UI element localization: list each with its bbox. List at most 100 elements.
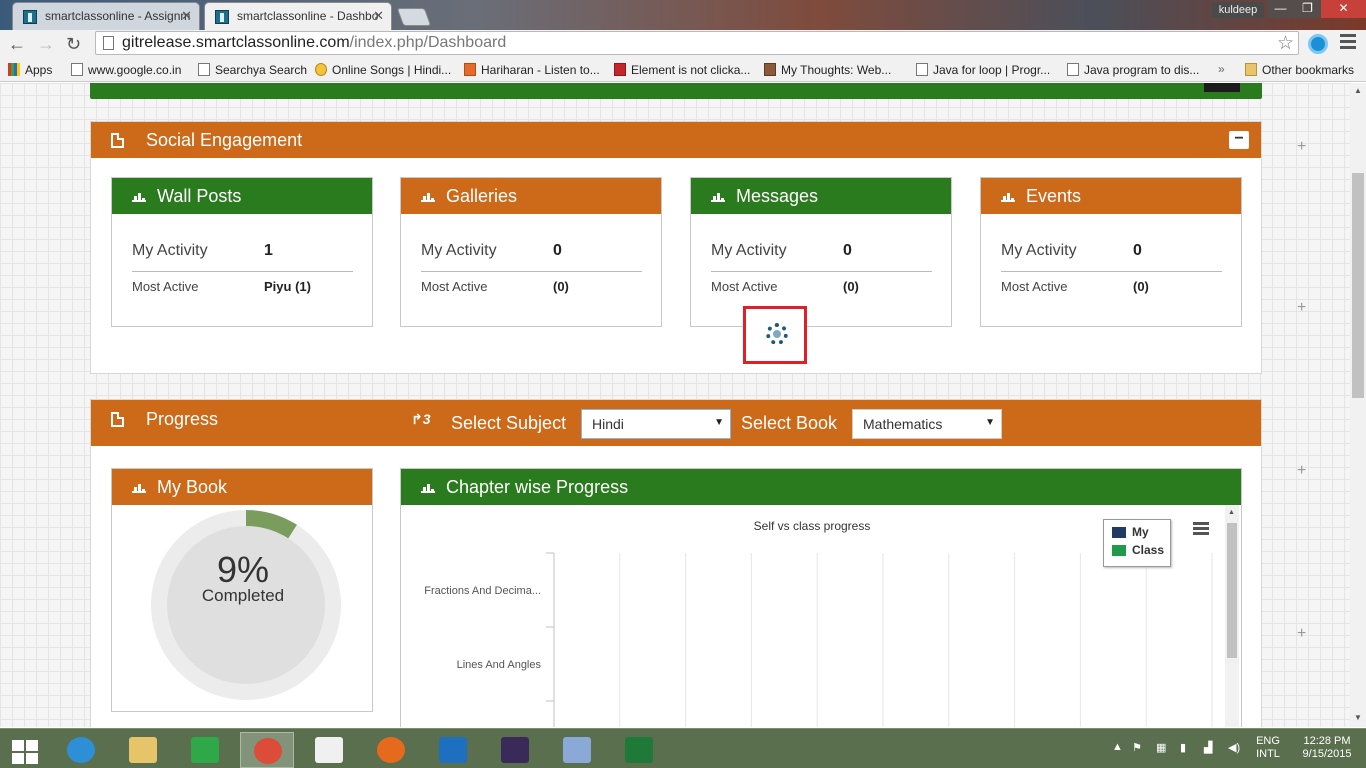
- chart-title: Self vs class progress: [754, 519, 871, 533]
- my-activity-value: 0: [553, 242, 562, 259]
- wall-posts-card: Wall Posts My Activity 1 Most Active Piyu …: [111, 177, 373, 327]
- volume-icon[interactable]: ◀): [1228, 741, 1240, 754]
- bookmark-my-thoughts[interactable]: My Thoughts: Web...: [764, 63, 891, 77]
- start-button[interactable]: [0, 732, 50, 768]
- most-active-row: Most Active Piyu (1): [132, 279, 311, 294]
- scroll-up-icon[interactable]: ▲: [1354, 86, 1362, 95]
- legend-item[interactable]: Class: [1112, 543, 1170, 561]
- system-clock[interactable]: 12:28 PM 9/15/2015: [1292, 735, 1362, 761]
- galleries-card: Galleries My Activity 0 Most Active (0): [400, 177, 662, 327]
- reload-icon[interactable]: ↻: [66, 34, 81, 54]
- bookmark-hariharan[interactable]: Hariharan - Listen to...: [464, 63, 600, 77]
- messages-card: Messages My Activity 0 Most Active (0): [690, 177, 952, 327]
- chart-area: Self vs class progress Fractions And Deci…: [402, 505, 1240, 727]
- address-bar[interactable]: gitrelease.smartclassonline.com/index.ph…: [95, 31, 1299, 55]
- taskbar-app[interactable]: [302, 732, 356, 768]
- restore-button[interactable]: ❐: [1294, 0, 1321, 18]
- show-hidden-icons-icon[interactable]: ▲: [1112, 741, 1123, 753]
- signal-icon[interactable]: ▟: [1204, 741, 1212, 754]
- paint-icon: [563, 737, 591, 763]
- document-icon: [111, 412, 124, 427]
- tab-title: smartclassonline - Assignm: [45, 9, 191, 23]
- chart-menu-icon[interactable]: [1193, 522, 1209, 536]
- back-icon[interactable]: ←: [8, 34, 26, 54]
- extension-icon[interactable]: [1308, 34, 1328, 54]
- collapse-button[interactable]: −: [1229, 131, 1249, 149]
- firefox-icon: [377, 737, 405, 763]
- url-host: gitrelease.smartclassonline.com: [122, 34, 350, 51]
- tab-assignments[interactable]: smartclassonline - Assignm ✕: [12, 2, 200, 30]
- bar-chart-icon: [421, 481, 435, 493]
- divider: [711, 271, 932, 272]
- bookmark-online-songs[interactable]: Online Songs | Hindi...: [315, 63, 451, 77]
- plus-icon: +: [1297, 138, 1307, 155]
- close-icon[interactable]: ✕: [181, 8, 192, 24]
- progress-header: Progress ↱3 Select Subject Hindi ▼ Selec…: [91, 400, 1261, 446]
- file-explorer-icon: [129, 737, 157, 763]
- action-center-flag-icon[interactable]: ⚑: [1132, 741, 1142, 754]
- taskbar-app[interactable]: [240, 732, 294, 768]
- taskbar-app[interactable]: [550, 732, 604, 768]
- chrome-menu-icon[interactable]: [1340, 34, 1356, 52]
- taskbar-app[interactable]: [612, 732, 666, 768]
- taskbar-app[interactable]: [116, 732, 170, 768]
- panel-title: Social Engagement: [146, 130, 303, 150]
- most-active-row: Most Active (0): [711, 279, 859, 294]
- url-path: /index.php/Dashboard: [349, 34, 507, 51]
- profile-badge[interactable]: kuldeep: [1212, 2, 1264, 18]
- chart-legend: My Class: [1103, 519, 1171, 567]
- bar-chart-icon: [1001, 190, 1015, 202]
- battery-icon[interactable]: ▮: [1180, 741, 1186, 754]
- new-tab-button[interactable]: [396, 8, 432, 26]
- more-bookmarks-icon[interactable]: »: [1218, 62, 1225, 76]
- bar-chart-icon: [421, 190, 435, 202]
- most-active-value: (0): [1133, 279, 1149, 294]
- blog-icon: [764, 63, 776, 76]
- bookmark-element-not-clickable[interactable]: Element is not clicka...: [614, 63, 750, 77]
- bookmark-java-for-loop[interactable]: Java for loop | Progr...: [916, 63, 1050, 77]
- plus-icon: +: [1297, 462, 1307, 479]
- minimize-button[interactable]: —: [1267, 0, 1294, 18]
- bookmark-star-icon[interactable]: ☆: [1277, 32, 1294, 55]
- scroll-down-icon[interactable]: ▼: [1354, 713, 1362, 722]
- scroll-thumb[interactable]: [1227, 523, 1237, 658]
- tab-dashboard[interactable]: smartclassonline - Dashbo ✕: [204, 2, 392, 30]
- scroll-thumb[interactable]: [1352, 173, 1364, 398]
- chart-scrollbar[interactable]: ▲: [1225, 505, 1239, 727]
- other-bookmarks[interactable]: Other bookmarks: [1245, 63, 1354, 77]
- forward-icon[interactable]: →: [37, 34, 55, 54]
- bookmark-searchya[interactable]: Searchya Search: [198, 63, 307, 77]
- network-icon[interactable]: ▦: [1156, 741, 1166, 754]
- close-icon[interactable]: ✕: [373, 8, 384, 24]
- my-activity-row: My Activity 0: [421, 242, 562, 259]
- bookmark-java-program[interactable]: Java program to dis...: [1067, 63, 1199, 77]
- chapter-progress-chart: Self vs class progress Fractions And Deci…: [424, 519, 1213, 727]
- internet-explorer-icon: [67, 737, 95, 763]
- input-language[interactable]: ENG INTL: [1252, 735, 1284, 761]
- chevron-down-icon: ▼: [985, 417, 995, 428]
- taskbar-app[interactable]: [178, 732, 232, 768]
- subject-select[interactable]: Hindi ▼: [581, 409, 731, 439]
- category-label: Fractions And Decima...: [424, 585, 541, 597]
- bookmark-apps[interactable]: Apps: [8, 63, 52, 77]
- chevron-down-icon: ▼: [714, 417, 724, 428]
- document-icon: [111, 133, 124, 148]
- scroll-up-icon[interactable]: ▲: [1228, 509, 1235, 516]
- page-scrollbar[interactable]: ▲ ▼: [1350, 83, 1366, 727]
- card-title: Galleries: [446, 186, 518, 206]
- filter-icon: ↱3: [411, 411, 431, 427]
- bookmark-google[interactable]: www.google.co.in: [71, 63, 181, 77]
- taskbar-app[interactable]: [54, 732, 108, 768]
- outlook-icon: [439, 737, 467, 763]
- bar-chart-icon: [711, 190, 725, 202]
- loading-spinner-highlight: [743, 306, 807, 364]
- taskbar-app[interactable]: [426, 732, 480, 768]
- taskbar-app[interactable]: [488, 732, 542, 768]
- card-header: Messages: [691, 178, 951, 214]
- book-select[interactable]: Mathematics ▼: [852, 409, 1002, 439]
- chapter-progress-card: Chapter wise Progress Self vs class prog…: [400, 468, 1242, 727]
- progress-label: Completed: [201, 586, 285, 605]
- window-close-button[interactable]: ✕: [1321, 0, 1366, 18]
- legend-item[interactable]: My: [1112, 525, 1170, 543]
- taskbar-app[interactable]: [364, 732, 418, 768]
